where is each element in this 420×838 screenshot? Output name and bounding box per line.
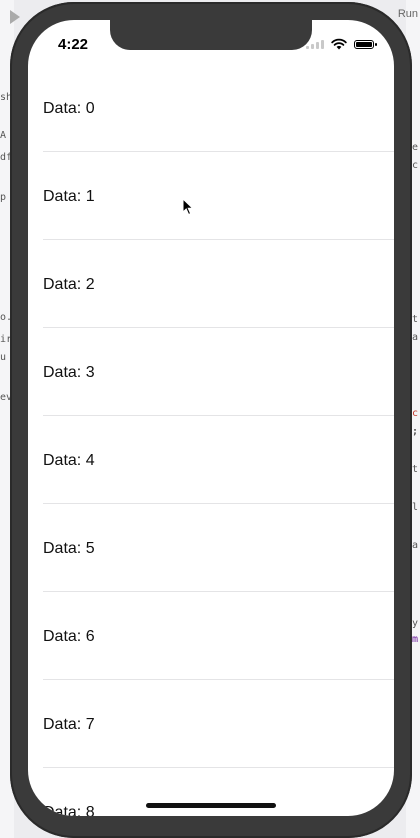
list-item-label: Data: 0 xyxy=(43,100,95,117)
ide-fragment: c xyxy=(411,160,418,171)
ide-fragment: t xyxy=(411,464,418,475)
ide-fragment: A xyxy=(0,130,7,141)
status-time: 4:22 xyxy=(58,36,89,53)
list-item-label: Data: 5 xyxy=(43,540,95,557)
wifi-icon xyxy=(331,38,347,50)
list-item-label: Data: 3 xyxy=(43,364,95,381)
phone-frame: 4:22 Data: 0 Data: 1 Data: 2 Data: 3 Dat… xyxy=(10,2,412,838)
ide-fragment: e xyxy=(411,142,418,153)
home-indicator[interactable] xyxy=(146,803,276,808)
ide-fragment: y xyxy=(411,618,418,629)
list-item-label: Data: 7 xyxy=(43,716,95,733)
list-item[interactable]: Data: 7 xyxy=(43,680,394,768)
list-item[interactable]: Data: 4 xyxy=(43,416,394,504)
list-item-label: Data: 4 xyxy=(43,452,95,469)
list-item[interactable]: Data: 0 xyxy=(43,64,394,152)
ide-fragment: t xyxy=(411,314,418,325)
ide-fragment: a xyxy=(411,332,418,343)
ide-fragment: ; xyxy=(411,426,418,437)
data-list[interactable]: Data: 0 Data: 1 Data: 2 Data: 3 Data: 4 … xyxy=(28,64,394,816)
run-label: Run xyxy=(397,8,418,20)
list-item[interactable]: Data: 2 xyxy=(43,240,394,328)
list-item-label: Data: 8 xyxy=(43,804,95,816)
ide-fragment: l xyxy=(411,502,418,513)
notch xyxy=(110,20,312,50)
list-item-label: Data: 2 xyxy=(43,276,95,293)
list-item[interactable]: Data: 8 xyxy=(43,768,394,816)
list-item-label: Data: 6 xyxy=(43,628,95,645)
list-item[interactable]: Data: 3 xyxy=(43,328,394,416)
ide-fragment: p xyxy=(0,192,7,203)
mouse-cursor-icon xyxy=(182,198,194,216)
ide-fragment: c xyxy=(411,408,418,419)
list-item[interactable]: Data: 1 xyxy=(43,152,394,240)
ide-fragment: a xyxy=(411,540,418,551)
simulator-window: Run sh A df p o. ir u ev e c t a c ; t l… xyxy=(0,0,420,838)
list-item-label: Data: 1 xyxy=(43,188,95,205)
status-icons xyxy=(306,38,377,50)
battery-icon xyxy=(354,39,377,49)
phone-screen: 4:22 Data: 0 Data: 1 Data: 2 Data: 3 Dat… xyxy=(28,20,394,816)
run-play-icon[interactable] xyxy=(10,10,20,24)
ide-fragment: m xyxy=(411,634,418,645)
list-item[interactable]: Data: 6 xyxy=(43,592,394,680)
list-item[interactable]: Data: 5 xyxy=(43,504,394,592)
ide-fragment: u xyxy=(0,352,7,363)
